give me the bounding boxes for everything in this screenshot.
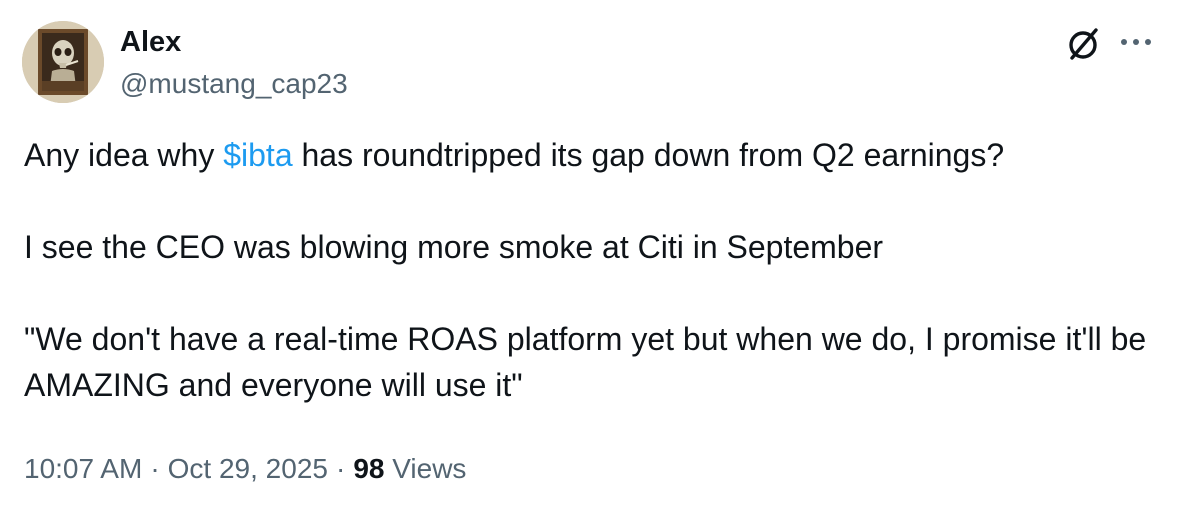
more-dots-icon[interactable] [1116, 30, 1156, 54]
author-handle[interactable]: @mustang_cap23 [120, 67, 348, 101]
tweet-card: Alex @mustang_cap23 Any idea why $ibta h… [0, 0, 1180, 506]
tweet-text-suffix: has roundtripped its gap down from Q2 ea… [292, 137, 1005, 173]
meta-separator: · [150, 453, 160, 484]
cashtag-link[interactable]: $ibta [223, 137, 292, 173]
tweet-paragraph-2: I see the CEO was blowing more smoke at … [24, 229, 884, 265]
tweet-metadata: 10:07 AM · Oct 29, 2025 · 98 Views [24, 451, 466, 487]
meta-separator: · [335, 453, 346, 484]
avatar[interactable] [22, 21, 104, 103]
views-count[interactable]: 98 [353, 453, 384, 484]
tweet-paragraph-3: "We don't have a real-time ROAS platform… [24, 321, 1147, 403]
author-name[interactable]: Alex [120, 25, 181, 59]
tweet-date[interactable]: Oct 29, 2025 [168, 453, 328, 484]
tweet-paragraph-1: Any idea why $ibta has roundtripped its … [24, 132, 1164, 178]
tweet-text: Any idea why $ibta has roundtripped its … [24, 132, 1164, 408]
tweet-time[interactable]: 10:07 AM [24, 453, 142, 484]
grok-slash-circle-icon[interactable] [1063, 24, 1103, 64]
tweet-text-prefix: Any idea why [24, 137, 224, 173]
views-label[interactable]: Views [392, 453, 466, 484]
skeleton-painting-avatar-icon [22, 21, 104, 103]
